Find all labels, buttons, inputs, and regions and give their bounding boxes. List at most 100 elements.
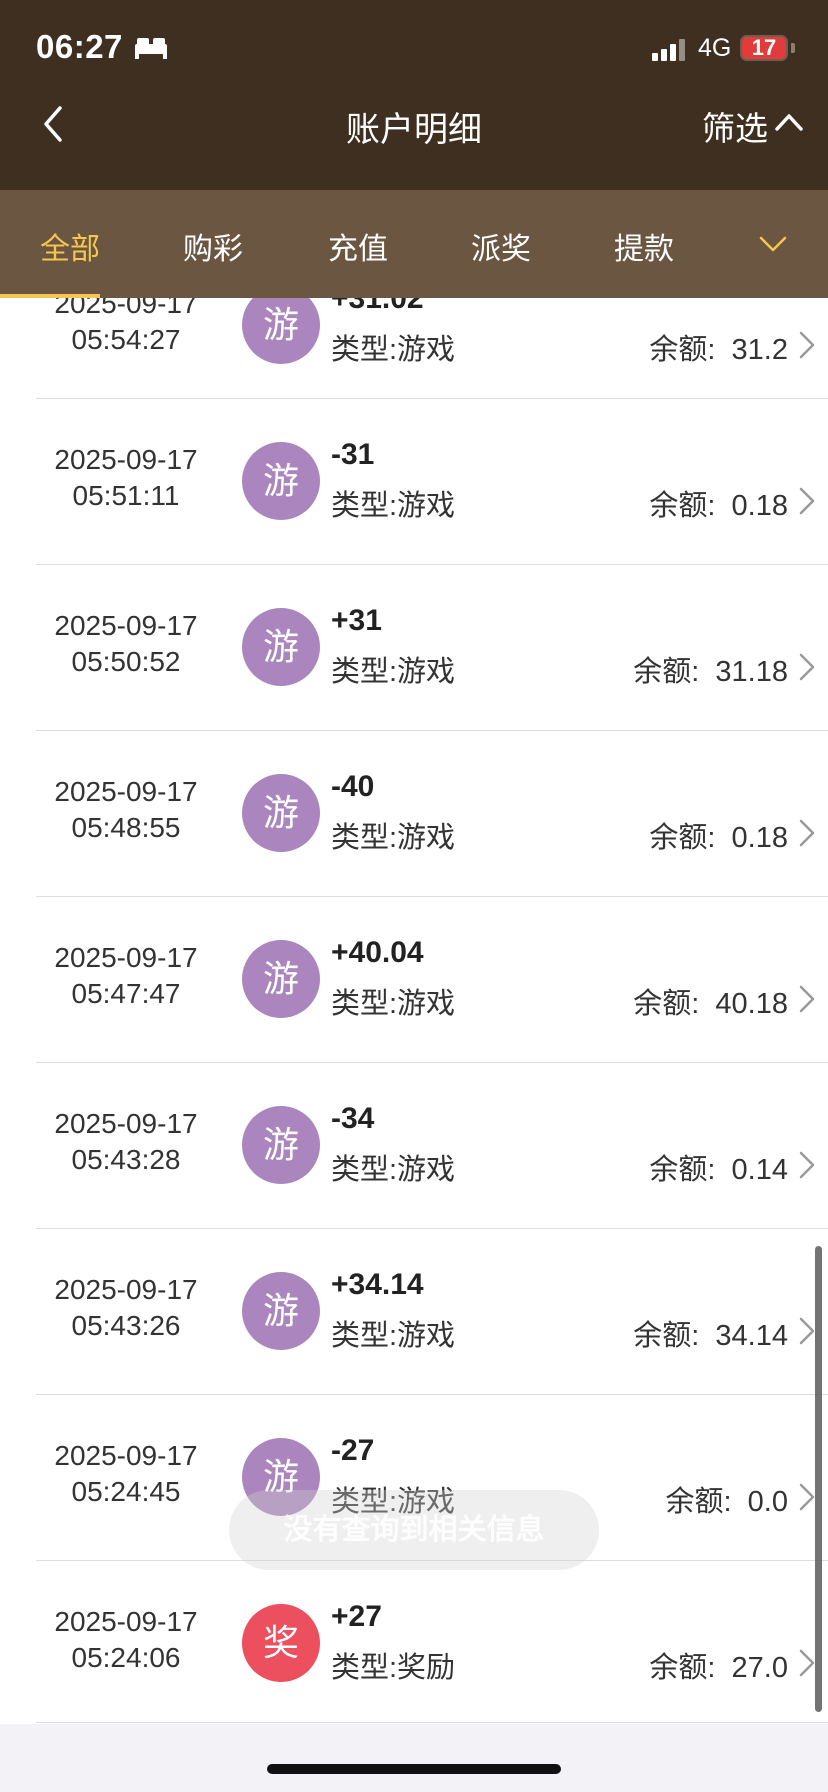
bed-icon — [135, 38, 167, 59]
row-type: 类型:游戏 — [331, 656, 456, 688]
chevron-down-icon[interactable] — [758, 232, 788, 256]
battery-level: 17 — [751, 35, 777, 60]
row-time: 05:24:06 — [71, 1642, 181, 1673]
row-time: 05:24:45 — [71, 1476, 181, 1507]
chevron-right-icon — [799, 331, 815, 359]
tab-withdraw[interactable]: 提款 — [614, 224, 674, 268]
row-date: 2025-09-17 — [54, 298, 198, 319]
game-badge: 游 — [242, 1106, 320, 1184]
reward-badge: 奖 — [242, 1604, 320, 1682]
chevron-right-icon — [799, 653, 815, 681]
balance-label: 余额: — [649, 490, 716, 522]
row-type: 类型:游戏 — [331, 988, 456, 1020]
signal-icon — [652, 39, 685, 61]
row-time: 05:47:47 — [71, 978, 181, 1009]
row-amount: +31.02 — [331, 298, 424, 315]
row-date: 2025-09-17 — [54, 776, 198, 807]
row-date: 2025-09-17 — [54, 610, 198, 641]
game-badge: 游 — [242, 1272, 320, 1350]
balance-value: 0.18 — [731, 490, 788, 522]
chevron-right-icon — [799, 487, 815, 515]
list-item[interactable]: 2025-09-17 05:54:27 游 +31.02 类型:游戏 余额: 3… — [0, 298, 828, 408]
row-type: 类型:游戏 — [331, 822, 456, 854]
row-amount: -31 — [331, 438, 375, 471]
tab-lottery[interactable]: 购彩 — [183, 224, 243, 268]
row-type: 类型:游戏 — [331, 334, 456, 366]
game-badge: 游 — [242, 298, 320, 364]
list-item[interactable]: 2025-09-17 05:24:06 奖 +27 类型:奖励 余额: 27.0 — [0, 1560, 828, 1724]
balance-value: 31.2 — [731, 334, 788, 366]
row-balance: 余额: 0.18 — [649, 814, 788, 856]
list-item[interactable]: 2025-09-17 05:43:28 游 -34 类型:游戏 余额: 0.14 — [0, 1062, 828, 1228]
row-type: 类型:游戏 — [331, 1154, 456, 1186]
list-item[interactable]: 2025-09-17 05:51:11 游 -31 类型:游戏 余额: 0.18 — [0, 398, 828, 564]
row-balance: 余额: 31.2 — [649, 326, 788, 368]
row-amount: +31 — [331, 604, 382, 637]
row-amount: -40 — [331, 770, 375, 803]
row-type: 类型:游戏 — [331, 490, 456, 522]
chevron-right-icon — [799, 1649, 815, 1677]
chevron-right-icon — [799, 1483, 815, 1511]
balance-value: 0.18 — [731, 822, 788, 854]
row-balance: 余额: 31.18 — [633, 648, 788, 690]
battery-icon: 17 — [740, 35, 788, 61]
balance-value: 0.0 — [747, 1486, 788, 1518]
list-item[interactable]: 2025-09-17 05:43:26 游 +34.14 类型:游戏 余额: 3… — [0, 1228, 828, 1394]
row-amount: +27 — [331, 1600, 382, 1633]
balance-value: 0.14 — [731, 1154, 788, 1186]
row-balance: 余额: 34.14 — [633, 1312, 788, 1354]
chevron-right-icon — [799, 1317, 815, 1345]
row-time: 05:48:55 — [71, 812, 181, 843]
list-item[interactable]: 2025-09-17 05:47:47 游 +40.04 类型:游戏 余额: 4… — [0, 896, 828, 1062]
row-balance: 余额: 0.14 — [649, 1146, 788, 1188]
filter-button[interactable]: 筛选 — [702, 102, 768, 150]
balance-label: 余额: — [649, 334, 716, 366]
game-badge: 游 — [242, 608, 320, 686]
scrollbar[interactable] — [815, 1246, 822, 1712]
chevron-right-icon — [799, 819, 815, 847]
chevron-up-icon[interactable] — [774, 110, 804, 134]
list-item[interactable]: 2025-09-17 05:50:52 游 +31 类型:游戏 余额: 31.1… — [0, 564, 828, 730]
row-amount: +34.14 — [331, 1268, 424, 1301]
row-date: 2025-09-17 — [54, 942, 198, 973]
balance-label: 余额: — [633, 1320, 700, 1352]
divider — [36, 1722, 828, 1723]
row-date: 2025-09-17 — [54, 1440, 198, 1471]
list-item[interactable]: 2025-09-17 05:48:55 游 -40 类型:游戏 余额: 0.18 — [0, 730, 828, 896]
balance-value: 27.0 — [731, 1652, 788, 1684]
game-badge: 游 — [242, 774, 320, 852]
status-time: 06:27 — [36, 28, 123, 65]
game-badge: 游 — [242, 442, 320, 520]
row-date: 2025-09-17 — [54, 444, 198, 475]
tab-payout[interactable]: 派奖 — [471, 224, 531, 268]
row-time: 05:43:28 — [71, 1144, 181, 1175]
chevron-right-icon — [799, 985, 815, 1013]
row-type: 类型:游戏 — [331, 1320, 456, 1352]
row-balance: 余额: 27.0 — [649, 1644, 788, 1686]
bottom-safe-area — [0, 1724, 828, 1792]
row-amount: -27 — [331, 1434, 375, 1467]
row-date: 2025-09-17 — [54, 1274, 198, 1305]
row-amount: -34 — [331, 1102, 375, 1135]
status-bar: 06:27 4G 17 — [0, 0, 828, 100]
row-date: 2025-09-17 — [54, 1108, 198, 1139]
balance-label: 余额: — [665, 1486, 732, 1518]
balance-label: 余额: — [649, 1652, 716, 1684]
network-type: 4G — [698, 34, 732, 62]
row-time: 05:54:27 — [71, 324, 181, 355]
game-badge: 游 — [242, 940, 320, 1018]
row-time: 05:51:11 — [72, 480, 180, 511]
tab-recharge[interactable]: 充值 — [328, 224, 388, 268]
home-indicator[interactable] — [267, 1764, 561, 1774]
chevron-right-icon — [799, 1151, 815, 1179]
row-balance: 余额: 0.0 — [665, 1478, 788, 1520]
balance-value: 34.14 — [715, 1320, 788, 1352]
row-type: 类型:奖励 — [331, 1652, 456, 1684]
row-time: 05:50:52 — [71, 646, 181, 677]
row-amount: +40.04 — [331, 936, 424, 969]
tab-bar: 全部 购彩 充值 派奖 提款 — [0, 190, 828, 298]
balance-label: 余额: — [649, 822, 716, 854]
balance-label: 余额: — [633, 988, 700, 1020]
row-balance: 余额: 40.18 — [633, 980, 788, 1022]
tab-all[interactable]: 全部 — [40, 224, 100, 268]
